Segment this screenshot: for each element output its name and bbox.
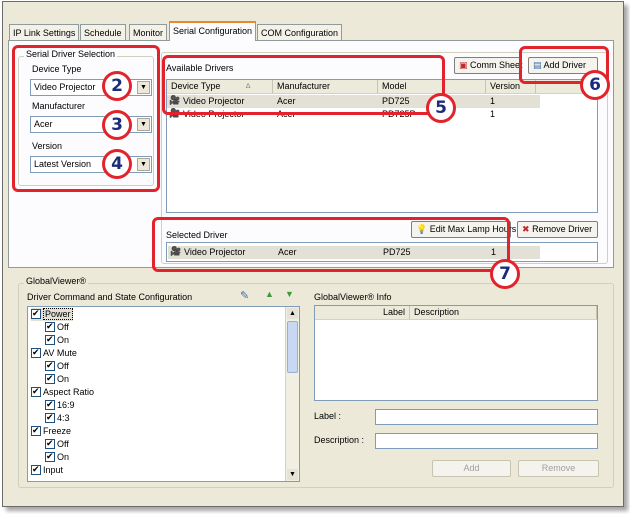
command-tree[interactable]: Power Off On AV Mute Off On Aspect Ratio 16:9 4:… <box>27 306 300 482</box>
callout-box-available-drivers <box>162 55 445 115</box>
tree-item-label: Input <box>43 465 64 475</box>
column-label[interactable]: Label <box>315 306 410 319</box>
driver-config-title: Driver Command and State Configuration <box>27 292 193 302</box>
tab-com-configuration[interactable]: COM Configuration <box>257 24 343 40</box>
checkbox-checked-icon[interactable] <box>45 333 55 345</box>
tree-item-command[interactable]: AV Mute <box>31 346 77 360</box>
tree-item-label: Power <box>43 308 73 320</box>
callout-5: 5 <box>426 93 456 123</box>
description-field-label: Description : <box>314 435 365 445</box>
comm-sheet-button[interactable]: ▣ Comm Sheet <box>454 57 523 74</box>
checkbox-checked-icon[interactable] <box>45 398 55 410</box>
move-down-icon[interactable]: ▼ <box>285 289 294 299</box>
tab-monitor[interactable]: Monitor <box>129 24 168 40</box>
checkbox-checked-icon[interactable] <box>45 437 55 449</box>
tree-item-label: Freeze <box>43 426 72 436</box>
tree-item-label: AV Mute <box>43 348 77 358</box>
checkbox-checked-icon[interactable] <box>31 424 41 436</box>
add-button[interactable]: Add <box>432 460 511 477</box>
tree-item-state[interactable]: On <box>45 372 70 386</box>
description-input[interactable] <box>375 433 598 449</box>
label-input[interactable] <box>375 409 598 425</box>
column-description[interactable]: Description <box>410 306 597 319</box>
move-up-icon[interactable]: ▲ <box>265 289 274 299</box>
tree-item-label: 16:9 <box>57 400 75 410</box>
callout-7: 7 <box>490 259 520 289</box>
checkbox-checked-icon[interactable] <box>45 359 55 371</box>
checkbox-checked-icon[interactable] <box>45 320 55 332</box>
row-version: 1 <box>490 109 496 119</box>
remove-driver-label: Remove Driver <box>532 224 593 234</box>
checkbox-checked-icon[interactable] <box>45 411 55 423</box>
tree-scrollbar[interactable]: ▲ ▼ <box>285 307 299 481</box>
scroll-down-icon[interactable]: ▼ <box>287 469 298 480</box>
info-list[interactable]: Label Description <box>314 305 598 401</box>
tree-item-state[interactable]: 4:3 <box>45 411 70 425</box>
globalviewer-legend: GlobalViewer® <box>24 276 88 286</box>
tree-item-label: Off <box>57 361 69 371</box>
callout-box-selected-driver <box>152 217 510 272</box>
remove-driver-button[interactable]: ✖ Remove Driver <box>517 221 598 238</box>
remove-icon: ✖ <box>522 224 530 234</box>
checkbox-checked-icon[interactable] <box>31 346 41 358</box>
tree-item-label: Aspect Ratio <box>43 387 95 397</box>
tree-item-label: Off <box>57 322 69 332</box>
checkbox-checked-icon[interactable] <box>45 450 55 462</box>
tab-serial-configuration[interactable]: Serial Configuration <box>169 21 257 41</box>
edit-pencil-icon[interactable]: ✎ <box>240 289 249 302</box>
tree-item-label: On <box>57 335 70 345</box>
checkbox-checked-icon[interactable] <box>45 372 55 384</box>
checkbox-checked-icon[interactable] <box>31 463 41 475</box>
tree-item-state[interactable]: On <box>45 333 70 347</box>
tab-ip-link-settings[interactable]: IP Link Settings <box>9 24 80 40</box>
tree-item-command[interactable]: Aspect Ratio <box>31 385 95 399</box>
scroll-thumb[interactable] <box>287 321 298 373</box>
callout-box-serial-selection <box>12 45 160 192</box>
tree-item-label: On <box>57 374 70 384</box>
checkbox-checked-icon[interactable] <box>31 307 41 319</box>
callout-2: 2 <box>102 71 132 101</box>
scroll-up-icon[interactable]: ▲ <box>287 308 298 319</box>
pdf-icon: ▣ <box>459 60 468 70</box>
tree-item-state[interactable]: On <box>45 450 70 464</box>
callout-6: 6 <box>580 70 610 100</box>
tab-schedule[interactable]: Schedule <box>80 24 126 40</box>
callout-3: 3 <box>102 110 132 140</box>
globalviewer-info-title: GlobalViewer® Info <box>314 292 392 302</box>
callout-4: 4 <box>102 149 132 179</box>
tree-item-label: Off <box>57 439 69 449</box>
comm-sheet-label: Comm Sheet <box>470 60 523 70</box>
row-version: 1 <box>490 96 496 106</box>
tree-item-command[interactable]: Input <box>31 463 64 477</box>
tree-item-label: 4:3 <box>57 413 70 423</box>
tree-item-label: On <box>57 452 70 462</box>
info-header: Label Description <box>315 306 597 320</box>
label-field-label: Label : <box>314 411 342 421</box>
checkbox-checked-icon[interactable] <box>31 385 41 397</box>
remove-button[interactable]: Remove <box>518 460 599 477</box>
